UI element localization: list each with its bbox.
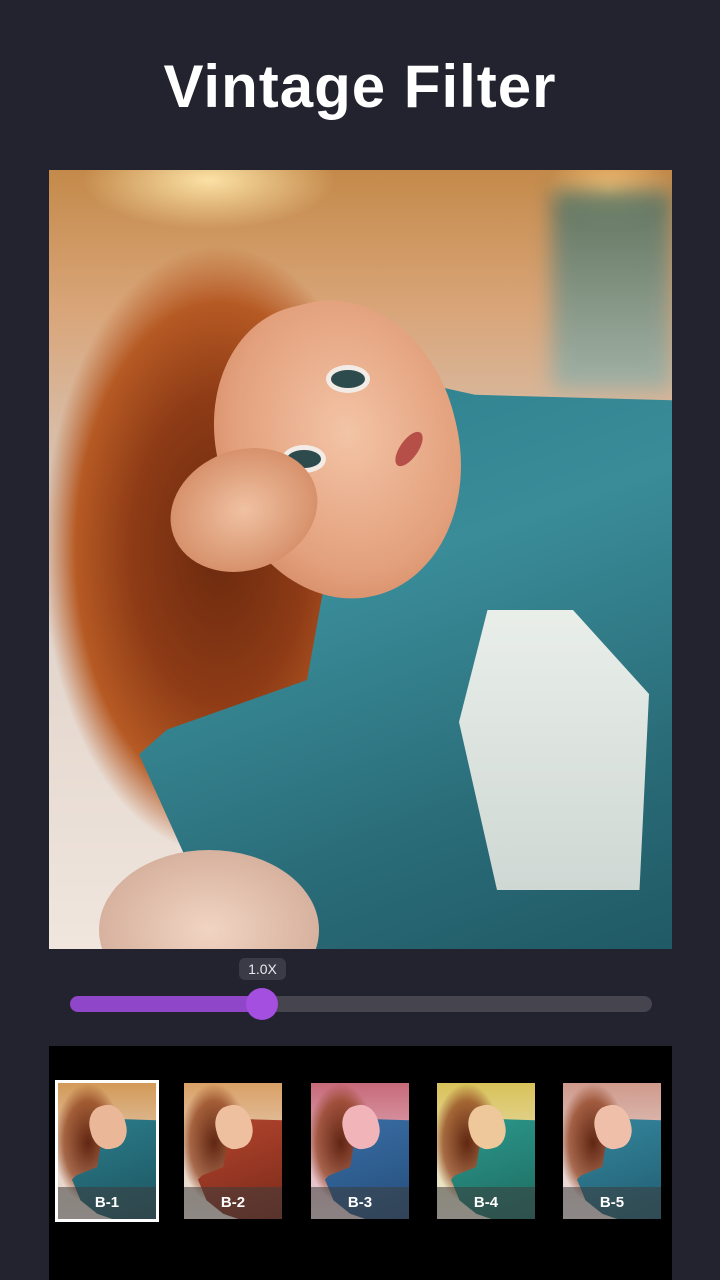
photo-eye-right — [331, 370, 365, 388]
filter-label: B-2 — [184, 1187, 282, 1219]
preview-photo — [49, 170, 672, 949]
filter-thumb-b3[interactable]: B-3 — [311, 1083, 409, 1219]
filter-label: B-4 — [437, 1187, 535, 1219]
filter-strip: B-1 B-2 B-3 B-4 B-5 — [49, 1046, 672, 1280]
filter-label: B-3 — [311, 1187, 409, 1219]
intensity-value-badge: 1.0X — [239, 958, 286, 980]
page-title: Vintage Filter — [163, 53, 557, 120]
filter-label: B-5 — [563, 1187, 661, 1219]
filter-thumb-b1[interactable]: B-1 — [55, 1080, 159, 1222]
filter-label: B-1 — [58, 1187, 156, 1219]
filter-thumb-b2[interactable]: B-2 — [184, 1083, 282, 1219]
intensity-slider-fill — [70, 996, 263, 1012]
filter-thumb-b4[interactable]: B-4 — [437, 1083, 535, 1219]
background-bokeh — [552, 190, 672, 390]
intensity-slider-track[interactable] — [70, 996, 652, 1012]
intensity-slider-thumb[interactable] — [246, 988, 279, 1020]
filter-thumb-b5[interactable]: B-5 — [563, 1083, 661, 1219]
